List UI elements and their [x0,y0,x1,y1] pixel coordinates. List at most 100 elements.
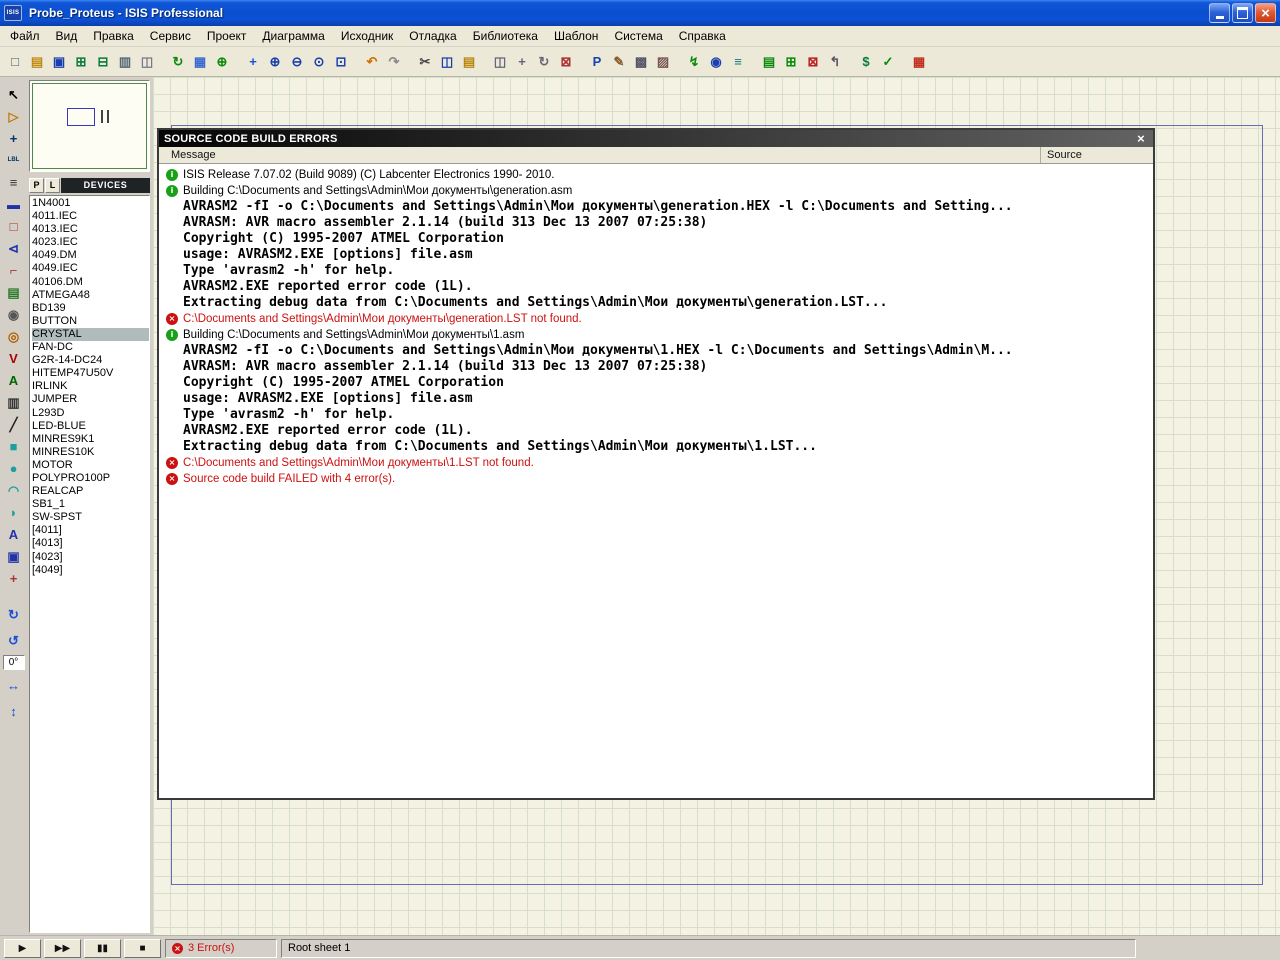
device-item[interactable]: [4011] [32,524,149,537]
packaging-tool-button[interactable]: ▩ [630,50,652,74]
tape-recorder-mode-button[interactable]: ◉ [3,303,25,325]
pick-devices-button[interactable]: P [29,178,44,193]
search-tag-button[interactable]: ◉ [705,50,727,74]
play-button[interactable]: ▶ [4,939,41,958]
pan-view-button[interactable]: + [242,50,264,74]
redo-button[interactable]: ↷ [383,50,405,74]
current-probe-mode-button[interactable]: A [3,369,25,391]
paste-button[interactable]: ▤ [458,50,480,74]
copy-button[interactable]: ◫ [436,50,458,74]
selection-mode-button[interactable]: ↖ [3,83,25,105]
electrical-rule-check-button[interactable]: ✓ [877,50,899,74]
2d-symbols-mode-button[interactable]: ▣ [3,545,25,567]
virtual-instruments-mode-button[interactable]: ▥ [3,391,25,413]
device-item[interactable]: G2R-14-DC24 [32,354,149,367]
zoom-area-button[interactable]: ⊡ [330,50,352,74]
zoom-out-button[interactable]: ⊖ [286,50,308,74]
mark-output-area-button[interactable]: ◫ [136,50,158,74]
error-status-panel[interactable]: × 3 Error(s) [165,939,277,958]
device-item[interactable]: 4023.IEC [32,236,149,249]
overview-panel[interactable] [29,80,150,172]
junction-dot-mode-button[interactable]: + [3,127,25,149]
device-item[interactable]: L293D [32,407,149,420]
2d-box-mode-button[interactable]: ■ [3,435,25,457]
component-mode-button[interactable]: ▷ [3,105,25,127]
wire-label-mode-button[interactable]: LBL [3,149,25,171]
schematic-canvas[interactable]: SOURCE CODE BUILD ERRORS × Message Sourc… [153,77,1280,935]
menu-item-11[interactable]: Справка [671,27,734,45]
graph-mode-button[interactable]: ▤ [3,281,25,303]
device-item[interactable]: 1N4001 [32,197,149,210]
zoom-all-button[interactable]: ⊙ [308,50,330,74]
new-file-button[interactable]: □ [4,50,26,74]
block-move-button[interactable]: + [511,50,533,74]
menu-item-0[interactable]: Файл [2,27,48,45]
exit-to-parent-button[interactable]: ↰ [824,50,846,74]
wire-autorouter-button[interactable]: ↯ [683,50,705,74]
dialog-close-icon[interactable]: × [1134,131,1148,146]
2d-path-mode-button[interactable]: ◗ [3,501,25,523]
2d-markers-mode-button[interactable]: + [3,567,25,589]
print-button[interactable]: ▥ [114,50,136,74]
angle-input[interactable]: 0° [3,655,25,670]
buses-mode-button[interactable]: ▬ [3,193,25,215]
device-item[interactable]: FAN-DC [32,341,149,354]
menu-item-3[interactable]: Сервис [142,27,199,45]
column-header-message[interactable]: Message [159,147,1041,163]
device-item[interactable]: [4013] [32,537,149,550]
open-folder-button[interactable]: ▤ [26,50,48,74]
device-item[interactable]: ATMEGA48 [32,289,149,302]
new-sheet-button[interactable]: ⊞ [780,50,802,74]
property-assignment-button[interactable]: ≡ [727,50,749,74]
design-explorer-button[interactable]: ▤ [758,50,780,74]
2d-text-mode-button[interactable]: A [3,523,25,545]
zoom-in-button[interactable]: ⊕ [264,50,286,74]
device-item[interactable]: LED-BLUE [32,420,149,433]
rotate-anticlockwise-button[interactable]: ↺ [3,629,25,651]
menu-item-5[interactable]: Диаграмма [254,27,332,45]
column-header-source[interactable]: Source [1041,147,1153,163]
export-section-button[interactable]: ⊟ [92,50,114,74]
device-item[interactable]: MOTOR [32,459,149,472]
library-manager-button[interactable]: L [45,178,60,193]
pause-button[interactable]: ▮▮ [84,939,121,958]
minimize-icon[interactable] [1209,3,1230,23]
device-item[interactable]: 4011.IEC [32,210,149,223]
device-item[interactable]: HITEMP47U50V [32,367,149,380]
device-item[interactable]: REALCAP [32,485,149,498]
step-button[interactable]: ▶▶ [44,939,81,958]
2d-circle-mode-button[interactable]: ● [3,457,25,479]
close-icon[interactable] [1255,3,1276,23]
decompose-button[interactable]: ▨ [652,50,674,74]
bill-of-materials-button[interactable]: $ [855,50,877,74]
block-delete-button[interactable]: ⊠ [555,50,577,74]
rotate-clockwise-button[interactable]: ↻ [3,603,25,625]
block-rotate-button[interactable]: ↻ [533,50,555,74]
device-item[interactable]: POLYPRO100P [32,472,149,485]
title-bar[interactable]: ISIS Probe_Proteus - ISIS Professional [0,0,1280,26]
device-pin-mode-button[interactable]: ⌐ [3,259,25,281]
save-button[interactable]: ▣ [48,50,70,74]
menu-item-2[interactable]: Правка [85,27,142,45]
device-item[interactable]: JUMPER [32,393,149,406]
device-item[interactable]: MINRES10K [32,446,149,459]
device-item[interactable]: CRYSTAL [32,328,149,341]
device-item[interactable]: SW-SPST [32,511,149,524]
make-device-button[interactable]: ✎ [608,50,630,74]
device-item[interactable]: 4013.IEC [32,223,149,236]
undo-button[interactable]: ↶ [361,50,383,74]
origin-button[interactable]: ⊕ [211,50,233,74]
remove-sheet-button[interactable]: ⊠ [802,50,824,74]
device-item[interactable]: 4049.IEC [32,262,149,275]
device-item[interactable]: IRLINK [32,380,149,393]
subcircuit-mode-button[interactable]: □ [3,215,25,237]
generator-mode-button[interactable]: ◎ [3,325,25,347]
device-item[interactable]: [4023] [32,551,149,564]
device-item[interactable]: BD139 [32,302,149,315]
cut-button[interactable]: ✂ [414,50,436,74]
2d-arc-mode-button[interactable]: ◠ [3,479,25,501]
device-item[interactable]: 40106.DM [32,276,149,289]
menu-item-6[interactable]: Исходник [333,27,401,45]
text-script-mode-button[interactable]: ≡ [3,171,25,193]
menu-item-7[interactable]: Отладка [401,27,464,45]
